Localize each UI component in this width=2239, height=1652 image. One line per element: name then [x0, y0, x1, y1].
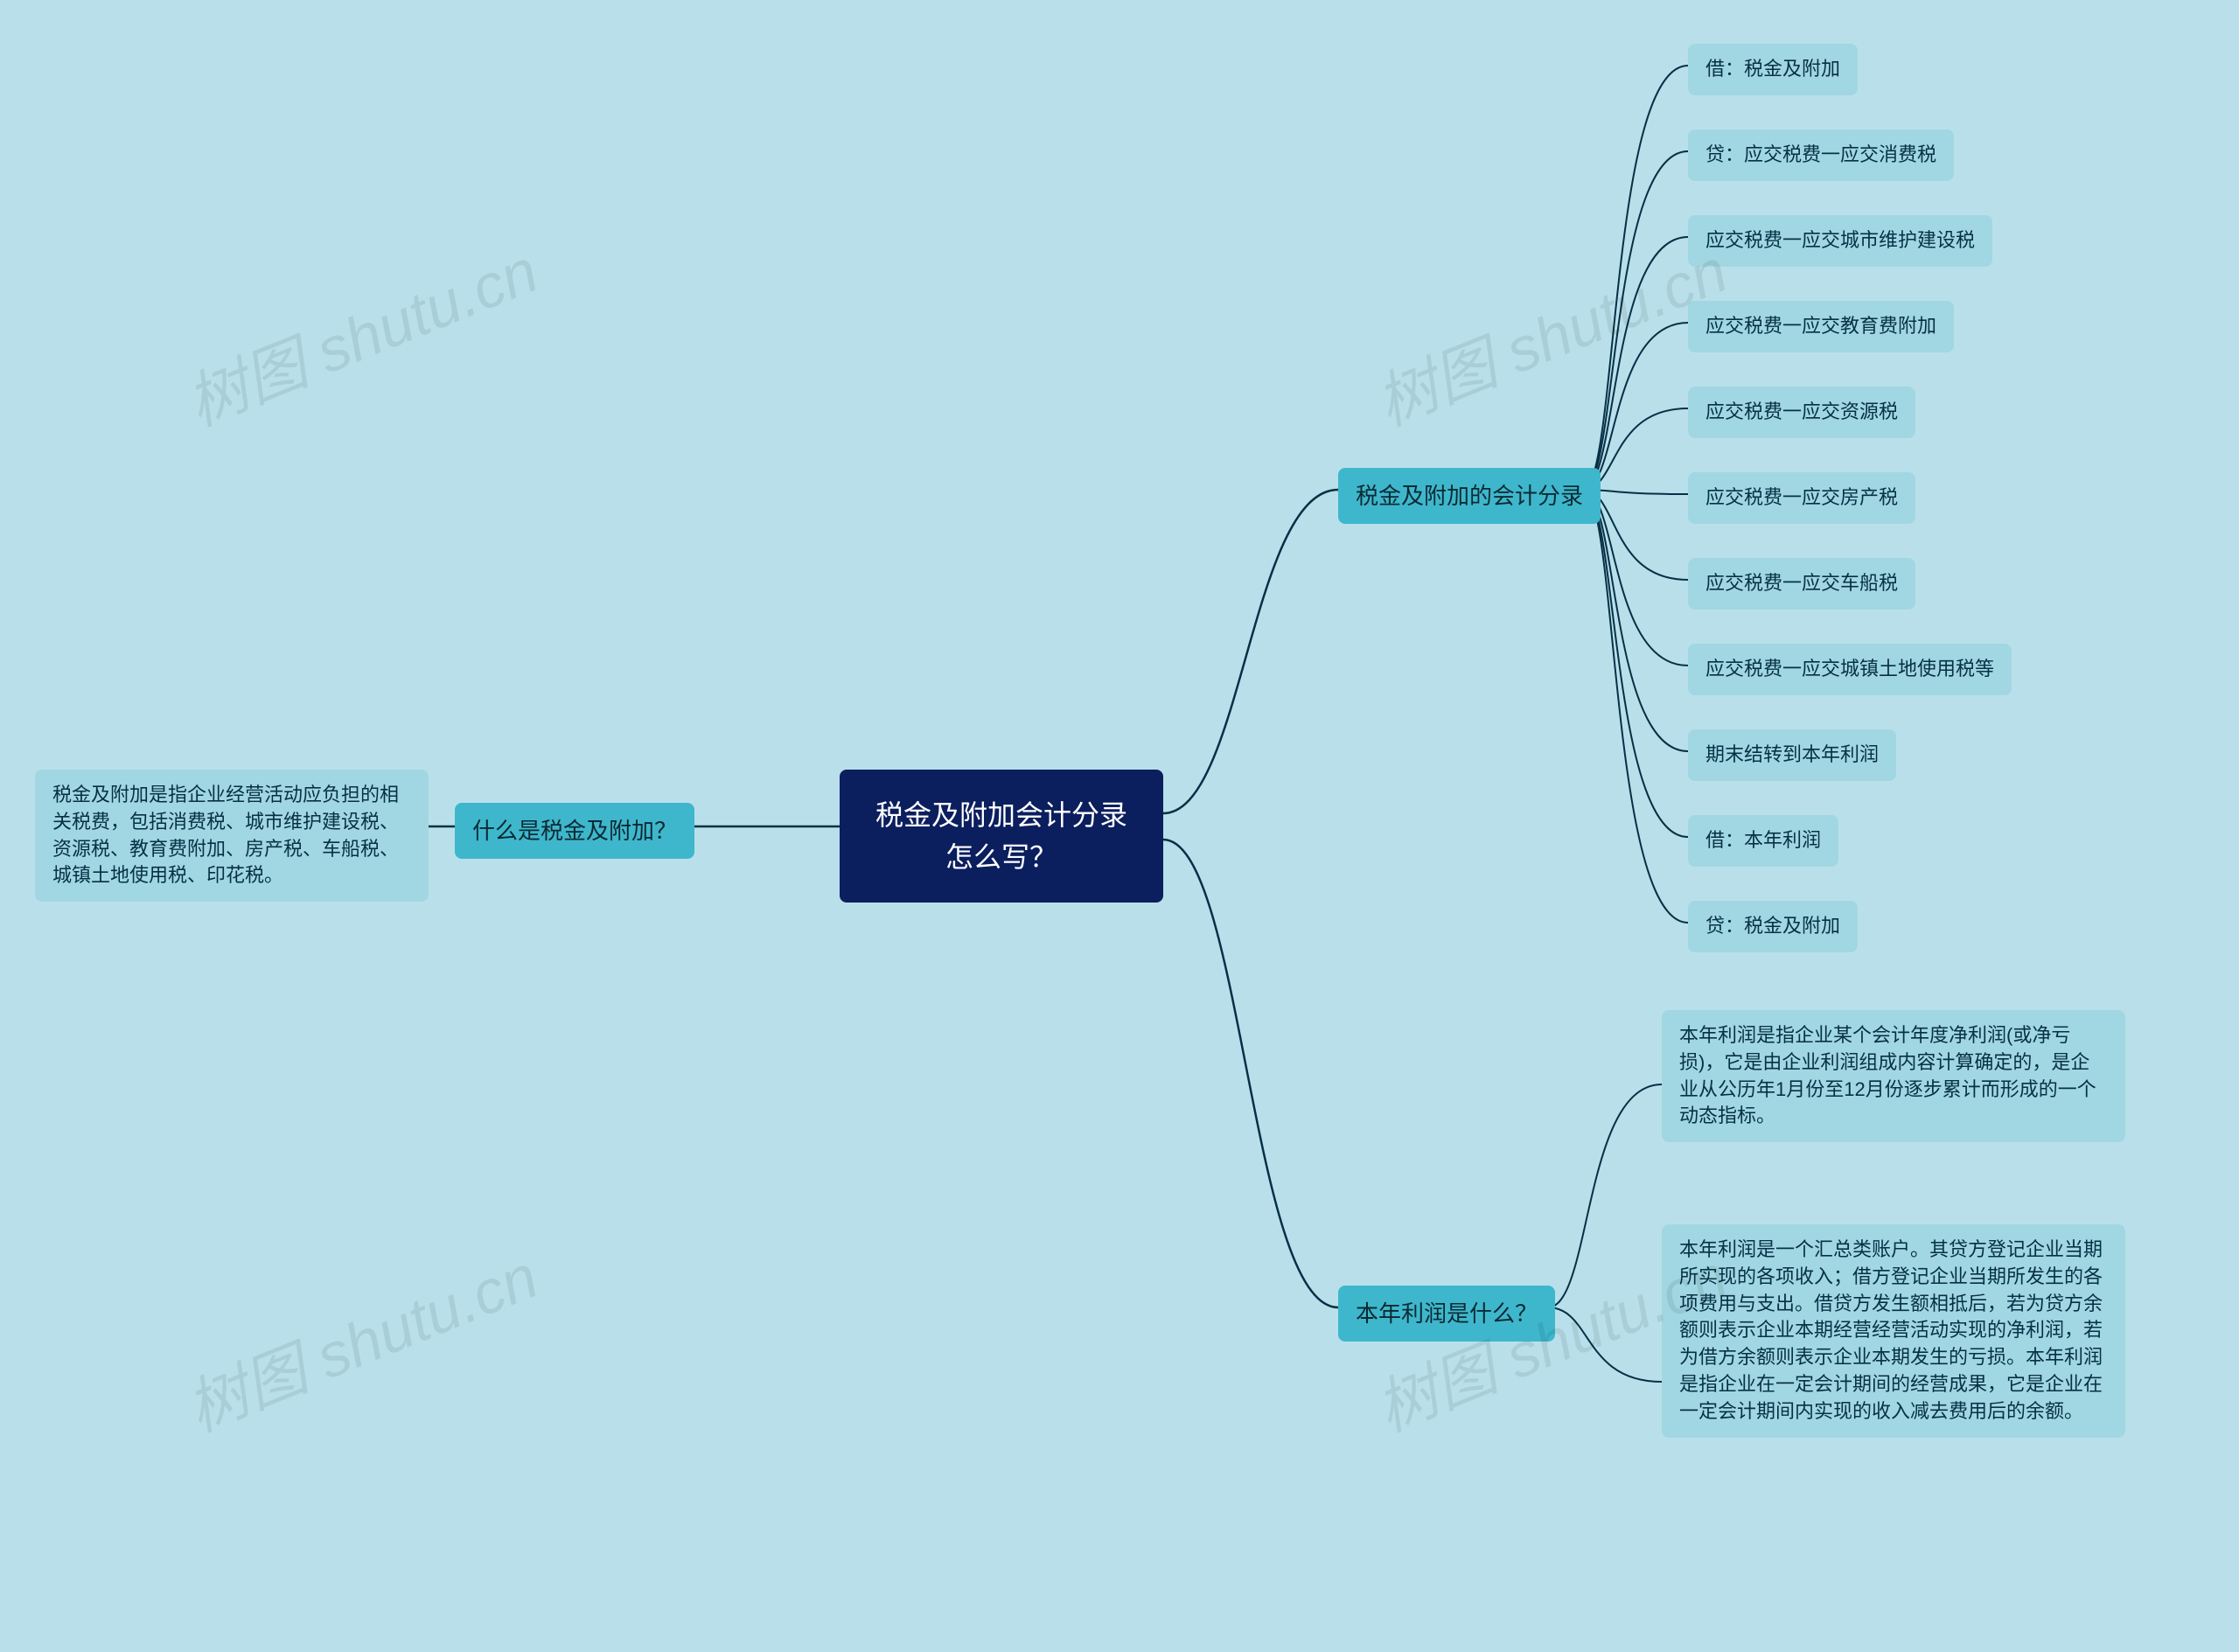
leaf-text: 应交税费一应交城镇土地使用税等	[1705, 658, 1994, 680]
branch-profit[interactable]: 本年利润是什么？	[1338, 1286, 1555, 1342]
leaf-text: 期末结转到本年利润	[1705, 743, 1879, 765]
leaf-text: 应交税费一应交房产税	[1705, 486, 1898, 508]
branch-entries[interactable]: 税金及附加的会计分录	[1338, 468, 1601, 524]
leaf-entry-10[interactable]: 贷：税金及附加	[1688, 901, 1858, 952]
leaf-text: 借：本年利润	[1705, 829, 1821, 851]
branch-what-is-tax[interactable]: 什么是税金及附加？	[455, 803, 694, 859]
leaf-text: 税金及附加是指企业经营活动应负担的相关税费，包括消费税、城市维护建设税、资源税、…	[52, 784, 399, 886]
leaf-entry-5[interactable]: 应交税费一应交房产税	[1688, 472, 1915, 524]
leaf-entry-3[interactable]: 应交税费一应交教育费附加	[1688, 301, 1954, 352]
watermark: 树图 shutu.cn	[1362, 222, 1739, 443]
leaf-entry-8[interactable]: 期末结转到本年利润	[1688, 729, 1896, 781]
leaf-entry-0[interactable]: 借：税金及附加	[1688, 44, 1858, 95]
watermark: 树图 shutu.cn	[172, 222, 549, 443]
leaf-entry-1[interactable]: 贷：应交税费一应交消费税	[1688, 129, 1954, 181]
leaf-entry-4[interactable]: 应交税费一应交资源税	[1688, 387, 1915, 438]
leaf-what-is-tax-desc[interactable]: 税金及附加是指企业经营活动应负担的相关税费，包括消费税、城市维护建设税、资源税、…	[35, 770, 429, 902]
leaf-text: 本年利润是指企业某个会计年度净利润(或净亏损)，它是由企业利润组成内容计算确定的…	[1679, 1024, 2096, 1126]
leaf-profit-1[interactable]: 本年利润是一个汇总类账户。其贷方登记企业当期所实现的各项收入；借方登记企业当期所…	[1662, 1224, 2125, 1438]
root-node[interactable]: 税金及附加会计分录怎么写？	[840, 770, 1163, 903]
branch-label: 本年利润是什么？	[1356, 1300, 1538, 1327]
leaf-text: 应交税费一应交教育费附加	[1705, 315, 1936, 337]
leaf-text: 借：税金及附加	[1705, 58, 1840, 80]
leaf-text: 贷：税金及附加	[1705, 915, 1840, 937]
leaf-text: 应交税费一应交车船税	[1705, 572, 1898, 594]
leaf-profit-0[interactable]: 本年利润是指企业某个会计年度净利润(或净亏损)，它是由企业利润组成内容计算确定的…	[1662, 1010, 2125, 1142]
leaf-entry-9[interactable]: 借：本年利润	[1688, 815, 1838, 867]
leaf-text: 本年利润是一个汇总类账户。其贷方登记企业当期所实现的各项收入；借方登记企业当期所…	[1679, 1238, 2103, 1422]
branch-label: 税金及附加的会计分录	[1356, 483, 1583, 509]
leaf-text: 贷：应交税费一应交消费税	[1705, 143, 1936, 165]
branch-label: 什么是税金及附加？	[472, 818, 677, 844]
root-label: 税金及附加会计分录怎么写？	[875, 799, 1127, 873]
leaf-entry-2[interactable]: 应交税费一应交城市维护建设税	[1688, 215, 1992, 267]
leaf-text: 应交税费一应交城市维护建设税	[1705, 229, 1975, 251]
leaf-entry-6[interactable]: 应交税费一应交车船税	[1688, 558, 1915, 610]
watermark: 树图 shutu.cn	[172, 1228, 549, 1449]
leaf-text: 应交税费一应交资源税	[1705, 401, 1898, 422]
leaf-entry-7[interactable]: 应交税费一应交城镇土地使用税等	[1688, 644, 2012, 695]
